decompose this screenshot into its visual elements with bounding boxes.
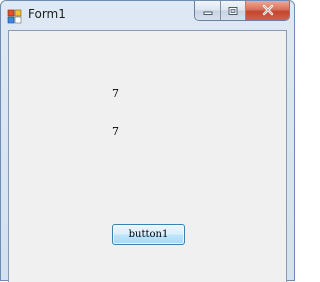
maximize-button[interactable] [221,1,246,20]
button1[interactable]: button1 [112,224,185,245]
minimize-icon [202,1,214,20]
minimize-button[interactable] [195,1,221,20]
form-app-icon[interactable] [7,8,23,24]
label1: 7 [112,87,119,100]
label2: 7 [112,125,119,138]
maximize-icon [227,1,239,20]
window-title: Form1 [28,7,66,21]
form-client-area: 7 7 button1 [8,30,287,282]
close-button[interactable] [246,1,289,20]
close-icon [261,1,275,20]
form1-window: Form1 7 7 button1 [0,0,295,282]
title-bar[interactable]: Form1 [1,1,294,29]
caption-buttons [194,1,290,21]
